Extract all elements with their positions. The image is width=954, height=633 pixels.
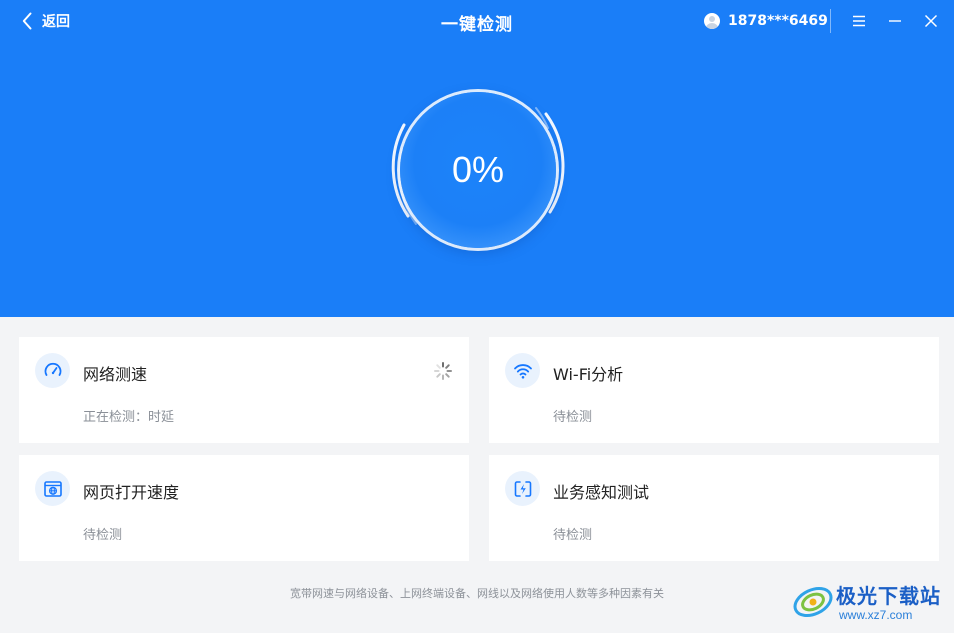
header-banner: 返回 一键检测 1878***6469 0%	[0, 0, 954, 317]
card-title: Wi-Fi分析	[553, 365, 624, 384]
progress-gauge: 0%	[388, 88, 568, 256]
card-wifi-analysis[interactable]: Wi-Fi分析 待检测	[489, 337, 939, 443]
card-status: 待检测	[83, 528, 123, 543]
watermark-name: 极光下载站	[836, 584, 941, 608]
menu-button[interactable]	[850, 12, 868, 30]
card-icon-badge	[35, 471, 70, 506]
card-status: 正在检测：时延	[83, 410, 175, 425]
card-icon-badge	[505, 353, 540, 388]
browser-globe-icon	[43, 480, 62, 497]
close-button[interactable]	[922, 12, 940, 30]
progress-circle: 0%	[400, 92, 556, 248]
avatar	[704, 13, 720, 29]
card-title: 网络测速	[83, 365, 148, 384]
card-title: 网页打开速度	[83, 483, 180, 502]
progress-percent: 0%	[451, 149, 505, 190]
card-status: 待检测	[553, 528, 593, 543]
watermark-logo-icon	[793, 586, 833, 618]
speedometer-icon	[44, 362, 61, 376]
card-title: 业务感知测试	[553, 483, 650, 502]
close-icon	[924, 14, 938, 28]
card-service-test[interactable]: 业务感知测试 待检测	[489, 455, 939, 561]
card-status: 待检测	[553, 410, 593, 425]
service-bolt-icon	[514, 480, 531, 497]
loading-spinner-icon	[434, 362, 452, 380]
watermark-url: www.xz7.com	[839, 608, 913, 622]
user-phone: 1878***6469	[728, 13, 828, 29]
card-network-speed[interactable]: 网络测速 正在检测：时延	[19, 337, 469, 443]
menu-icon	[853, 15, 865, 27]
card-icon-badge	[505, 471, 540, 506]
minimize-icon	[889, 20, 901, 22]
card-icon-badge	[35, 353, 70, 388]
wifi-icon	[513, 363, 532, 379]
titlebar-divider	[830, 9, 831, 33]
title-bar: 返回 一键检测 1878***6469	[0, 0, 954, 44]
watermark: 极光下载站 www.xz7.com	[792, 578, 952, 628]
card-webpage-speed[interactable]: 网页打开速度 待检测	[19, 455, 469, 561]
user-account[interactable]: 1878***6469	[704, 11, 828, 31]
minimize-button[interactable]	[886, 12, 904, 30]
